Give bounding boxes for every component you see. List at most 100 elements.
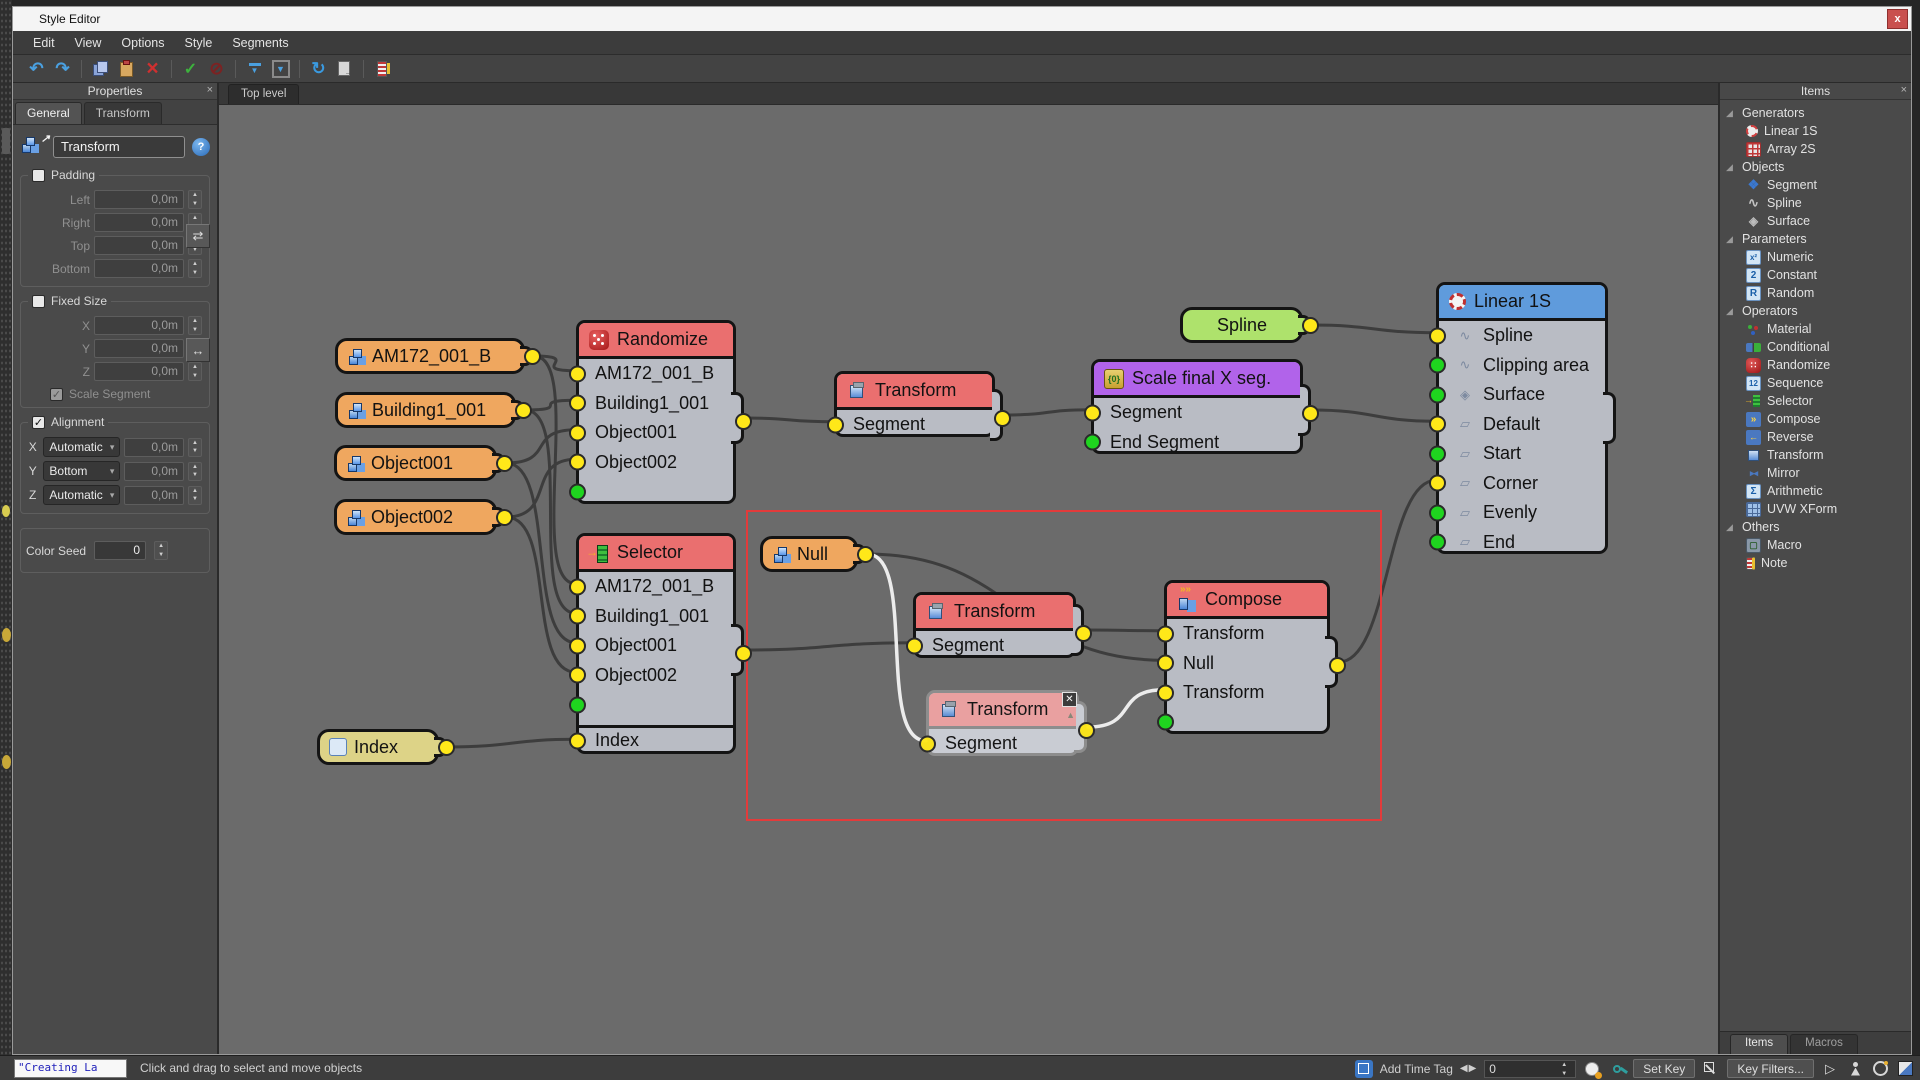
node-building[interactable]: Building1_001: [335, 392, 516, 428]
toolbar-export-button[interactable]: [333, 57, 356, 80]
node-canvas[interactable]: AM172_001_BBuilding1_001Object001Object0…: [219, 105, 1718, 1054]
output-port[interactable]: [735, 413, 752, 430]
tree-item-segment[interactable]: Segment: [1726, 176, 1911, 194]
padding-left-field[interactable]: 0,0m: [94, 190, 184, 209]
tree-item-uvw-xform[interactable]: UVW XForm: [1726, 500, 1911, 518]
node-header[interactable]: Linear 1S: [1439, 285, 1605, 321]
padding-mode-button[interactable]: ⇄: [186, 224, 210, 248]
frame-spinner[interactable]: ▲▼: [1557, 1061, 1571, 1076]
node-header[interactable]: Transform: [837, 374, 992, 410]
tab-top-level[interactable]: Top level: [228, 84, 299, 104]
tree-item-material[interactable]: Material: [1726, 320, 1911, 338]
output-port[interactable]: [1329, 657, 1346, 674]
node-index[interactable]: Index: [317, 729, 439, 765]
color-seed-spinner[interactable]: ▲▼: [154, 541, 168, 560]
tree-item-transform[interactable]: Transform: [1726, 446, 1911, 464]
items-panel-header[interactable]: Items ×: [1720, 83, 1911, 100]
alignment-x-select[interactable]: Automatic▾: [43, 437, 120, 457]
input-port-connected[interactable]: [569, 608, 586, 625]
alignment-x-field[interactable]: 0,0m: [124, 438, 184, 457]
alignment-z-field[interactable]: 0,0m: [124, 486, 184, 505]
node-am172[interactable]: AM172_001_B: [335, 338, 525, 374]
alignment-y-field[interactable]: 0,0m: [124, 462, 184, 481]
input-port-empty[interactable]: [1084, 434, 1101, 451]
tree-item-linear-1s[interactable]: Linear 1S: [1726, 122, 1911, 140]
toolbar-copy-button[interactable]: [89, 57, 112, 80]
tree-item-compose[interactable]: Compose: [1726, 410, 1911, 428]
input-port-connected[interactable]: [1084, 404, 1101, 421]
tree-item-array-2s[interactable]: Array 2S: [1726, 140, 1911, 158]
window-close-button[interactable]: x: [1887, 9, 1908, 29]
input-port-connected[interactable]: [919, 735, 936, 752]
node-name-input[interactable]: Transform: [53, 136, 185, 158]
menu-edit[interactable]: Edit: [23, 33, 65, 53]
maximize-viewport-icon[interactable]: [1896, 1060, 1914, 1078]
tree-group-generators[interactable]: ◢ Generators: [1726, 104, 1911, 122]
select-object-icon[interactable]: [1821, 1060, 1839, 1078]
value-spinner[interactable]: ▲▼: [188, 362, 202, 381]
color-seed-field[interactable]: 0: [94, 541, 146, 560]
key-mode-icon[interactable]: [1702, 1060, 1720, 1078]
input-port-empty[interactable]: [1429, 534, 1446, 551]
input-port-connected[interactable]: [1157, 655, 1174, 672]
orbit-icon[interactable]: [1871, 1060, 1889, 1078]
key-filters-button[interactable]: Key Filters...: [1727, 1059, 1814, 1078]
input-port-connected[interactable]: [906, 637, 923, 654]
properties-panel-header[interactable]: Properties ×: [13, 83, 217, 100]
input-port-empty[interactable]: [1429, 386, 1446, 403]
input-port-connected[interactable]: [569, 732, 586, 749]
value-spinner[interactable]: ▲▼: [188, 259, 202, 278]
output-port[interactable]: [496, 509, 513, 526]
output-port[interactable]: [524, 348, 541, 365]
titlebar[interactable]: Style Editor x: [13, 7, 1911, 31]
tab-macros[interactable]: Macros: [1790, 1034, 1858, 1054]
output-port[interactable]: [1078, 722, 1095, 739]
script-listener[interactable]: "Creating La: [14, 1059, 127, 1078]
toolbar-delete-button[interactable]: [141, 57, 164, 80]
output-port[interactable]: [1302, 317, 1319, 334]
node-scale[interactable]: Scale final X seg. Segment End Segment: [1091, 359, 1303, 454]
input-port-connected[interactable]: [569, 578, 586, 595]
time-configuration-icon[interactable]: [1583, 1060, 1601, 1078]
input-port-connected[interactable]: [569, 637, 586, 654]
input-port-empty[interactable]: [569, 696, 586, 713]
toolbar-discard-button[interactable]: [205, 57, 228, 80]
input-port-connected[interactable]: [569, 667, 586, 684]
prev-next-frame-icon[interactable]: ◀▶: [1460, 1063, 1477, 1074]
set-key-button[interactable]: Set Key: [1633, 1059, 1695, 1078]
toolbar-pinbottom-button[interactable]: [269, 57, 292, 80]
alignment-y-select[interactable]: Bottom▾: [43, 461, 120, 481]
fixed-size-x-field[interactable]: 0,0m: [94, 316, 184, 335]
toolbar-redo-button[interactable]: [51, 57, 74, 80]
add-time-tag-button[interactable]: Add Time Tag: [1380, 1062, 1453, 1076]
alignment-checkbox[interactable]: ✓: [32, 416, 45, 429]
items-close-icon[interactable]: ×: [1901, 84, 1907, 96]
node-obj2[interactable]: Object002: [334, 499, 497, 535]
value-spinner[interactable]: ▲▼: [188, 462, 202, 481]
tree-item-note[interactable]: Note: [1726, 554, 1911, 572]
tree-item-conditional[interactable]: Conditional: [1726, 338, 1911, 356]
fixed-size-mode-button[interactable]: ↔: [186, 338, 210, 362]
output-port[interactable]: [515, 402, 532, 419]
value-spinner[interactable]: ▲▼: [188, 438, 202, 457]
node-null[interactable]: Null: [760, 536, 858, 572]
scale-segment-checkbox[interactable]: ✓: [50, 388, 63, 401]
tab-items[interactable]: Items: [1730, 1034, 1788, 1054]
output-port[interactable]: [735, 645, 752, 662]
fixed-size-y-field[interactable]: 0,0m: [94, 339, 184, 358]
toolbar-pintop-button[interactable]: [243, 57, 266, 80]
input-port-empty[interactable]: [1429, 445, 1446, 462]
input-port-connected[interactable]: [1157, 625, 1174, 642]
node-compose[interactable]: Compose Transform Null Transform: [1164, 580, 1330, 734]
tree-item-sequence[interactable]: Sequence: [1726, 374, 1911, 392]
value-spinner[interactable]: ▲▼: [188, 486, 202, 505]
menu-style[interactable]: Style: [175, 33, 223, 53]
input-port-connected[interactable]: [569, 454, 586, 471]
collapse-triangle-icon[interactable]: ◢: [1726, 162, 1736, 173]
frame-number-field[interactable]: 0 ▲▼: [1484, 1060, 1576, 1078]
tree-item-mirror[interactable]: Mirror: [1726, 464, 1911, 482]
output-port[interactable]: [994, 410, 1011, 427]
output-port[interactable]: [438, 739, 455, 756]
node-linear[interactable]: Linear 1S ∿ Spline ∿ Clipping area ◈ Sur…: [1436, 282, 1608, 554]
menu-options[interactable]: Options: [111, 33, 174, 53]
